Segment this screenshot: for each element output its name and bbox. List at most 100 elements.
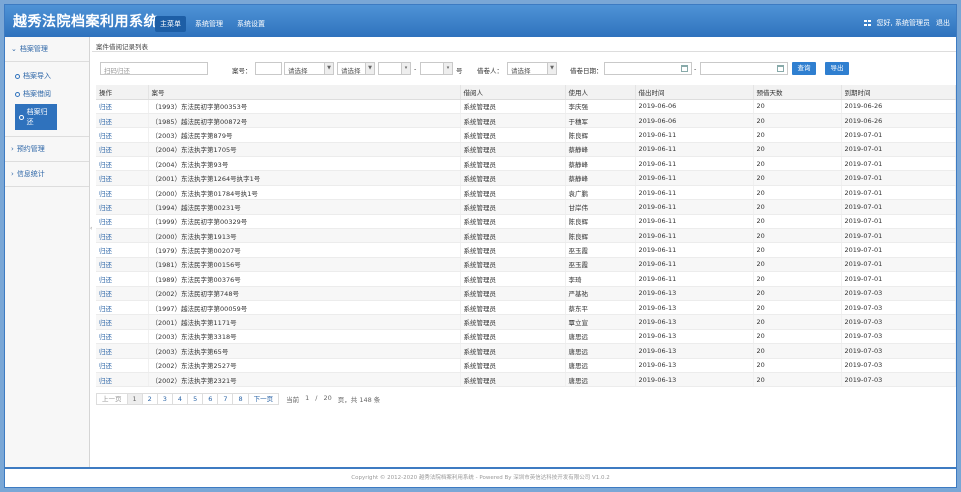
- sidebar-item-borrow[interactable]: 档案借阅: [5, 86, 89, 102]
- date-to-input[interactable]: [700, 62, 788, 75]
- table-row: 归还 （2001）东法执字第1264号执字1号 系统管理员 蔡静峰 2019-06-11…: [96, 170, 956, 186]
- return-link[interactable]: 归还: [96, 199, 149, 215]
- page-6-button[interactable]: 6: [202, 393, 219, 405]
- date-from-input[interactable]: [604, 62, 692, 75]
- sidebar-group-statistics[interactable]: › 信息统计: [5, 162, 89, 187]
- cell-due-date: 2019-07-01: [841, 199, 956, 215]
- return-link[interactable]: 归还: [96, 228, 149, 244]
- hao-label: 号: [456, 67, 463, 75]
- return-link[interactable]: 归还: [96, 142, 149, 158]
- case-year-input[interactable]: [255, 62, 282, 75]
- table-row: 归还 （2001）越法执字第1171号 系统管理员 覃立宣 2019-06-13 20 20…: [96, 314, 956, 330]
- table-row: 归还 （1994）越法民字第00231号 系统管理员 甘岸伟 2019-06-11 20 2…: [96, 199, 956, 215]
- cell-user: 陈良辉: [565, 214, 636, 230]
- pagination: 上一页 1 2 3 4 5 6 7 8 下一页 当前 1 / 20 页，共 14…: [96, 393, 380, 405]
- sidebar-group-label: 信息统计: [16, 170, 45, 178]
- cell-user: 严基祐: [565, 286, 636, 301]
- return-link[interactable]: 归还: [96, 358, 149, 373]
- sidebar-item-return[interactable]: 档案归还: [15, 104, 57, 130]
- cell-borrower: 系统管理员: [460, 185, 566, 201]
- return-link[interactable]: 归还: [96, 99, 149, 114]
- tab-system-management[interactable]: 系统管理: [190, 16, 228, 32]
- return-link[interactable]: 归还: [96, 271, 149, 287]
- table-row: 归还 （1981）东法民字第00156号 系统管理员 巫玉霞 2019-06-11 20 2…: [96, 257, 956, 273]
- cell-user: 巫玉霞: [565, 257, 636, 273]
- cell-borrower: 系统管理员: [460, 228, 566, 244]
- cell-case-no: （2002）东法执字第2321号: [148, 372, 461, 388]
- cell-days: 20: [753, 343, 842, 359]
- return-link[interactable]: 归还: [96, 185, 149, 201]
- cell-days: 20: [753, 271, 842, 287]
- col-header-borrower: 借阅人: [460, 85, 566, 100]
- page-7-button[interactable]: 7: [217, 393, 234, 405]
- cell-user: 唐思远: [565, 343, 636, 359]
- cell-days: 20: [753, 156, 842, 172]
- cell-days: 20: [753, 372, 842, 388]
- cell-user: 李庆强: [565, 99, 636, 114]
- page-5-button[interactable]: 5: [187, 393, 204, 405]
- sidebar-group-archive-management[interactable]: ⌄ 档案管理: [5, 37, 89, 62]
- cell-borrower: 系统管理员: [460, 170, 566, 186]
- page-8-button[interactable]: 8: [232, 393, 249, 405]
- return-link[interactable]: 归还: [96, 242, 149, 258]
- return-link[interactable]: 归还: [96, 314, 149, 330]
- return-link[interactable]: 归还: [96, 156, 149, 172]
- export-button[interactable]: 导出: [825, 62, 849, 75]
- return-link[interactable]: 归还: [96, 127, 149, 143]
- cell-user: 于穗军: [565, 113, 636, 129]
- app-frame: 越秀法院档案利用系统 主菜单 系统管理 系统设置 您好, 系统管理员 退出 ⌄ …: [4, 4, 957, 488]
- cell-user: 陈良辉: [565, 127, 636, 143]
- cell-user: 蔡静峰: [565, 142, 636, 158]
- return-link[interactable]: 归还: [96, 286, 149, 301]
- page-2-button[interactable]: 2: [141, 393, 158, 405]
- cell-days: 20: [753, 314, 842, 330]
- case-court-select[interactable]: 请选择 ▼: [284, 62, 334, 75]
- cell-lend-date: 2019-06-11: [635, 142, 754, 158]
- cell-borrower: 系统管理员: [460, 314, 566, 330]
- case-type-select[interactable]: 请选择 ▼: [337, 62, 375, 75]
- col-header-case-no: 案号: [148, 85, 461, 100]
- cell-lend-date: 2019-06-11: [635, 257, 754, 273]
- cell-due-date: 2019-07-03: [841, 343, 956, 359]
- main-content: 案件借阅记录列表 扫码归还 案号： 请选择 ▼ 请选择 ▼ ▾ - ▾ 号 借卷…: [92, 37, 956, 467]
- table-row: 归还 （2003）东法执字第3318号 系统管理员 唐思远 2019-06-13 20 20…: [96, 329, 956, 345]
- prev-page-button[interactable]: 上一页: [96, 393, 128, 405]
- cell-case-no: （2003）东法执字第65号: [148, 343, 461, 359]
- cell-user: 蔡静峰: [565, 156, 636, 172]
- cell-case-no: （1985）越法民初字第00872号: [148, 113, 461, 129]
- return-link[interactable]: 归还: [96, 170, 149, 186]
- return-link[interactable]: 归还: [96, 372, 149, 388]
- page-4-button[interactable]: 4: [171, 393, 189, 405]
- return-link[interactable]: 归还: [96, 257, 149, 273]
- sidebar-group-reservation[interactable]: › 预约管理: [5, 136, 89, 162]
- table-row: 归还 （2004）东法执字第93号 系统管理员 蔡静峰 2019-06-11 20 2019…: [96, 156, 956, 172]
- cell-borrower: 系统管理员: [460, 329, 566, 345]
- return-link[interactable]: 归还: [96, 300, 149, 316]
- search-button[interactable]: 查询: [792, 62, 816, 75]
- return-link[interactable]: 归还: [96, 214, 149, 230]
- page-3-button[interactable]: 3: [156, 393, 173, 405]
- tab-main-menu[interactable]: 主菜单: [155, 16, 186, 32]
- cell-borrower: 系统管理员: [460, 113, 566, 129]
- cell-borrower: 系统管理员: [460, 242, 566, 258]
- logout-link[interactable]: 退出: [936, 18, 950, 28]
- table-row: 归还 （2000）东法执字第1913号 系统管理员 陈良辉 2019-06-11 20 20…: [96, 228, 956, 244]
- scan-return-input[interactable]: 扫码归还: [100, 62, 208, 75]
- calendar-icon: [777, 65, 784, 72]
- footer: Copyright © 2012-2020 越秀法院档案利用系统 - Power…: [5, 467, 956, 487]
- sidebar-item-import[interactable]: 档案导入: [5, 68, 89, 84]
- next-page-button[interactable]: 下一页: [247, 393, 280, 405]
- return-link[interactable]: 归还: [96, 329, 149, 345]
- tab-system-settings[interactable]: 系统设置: [232, 16, 270, 32]
- return-link[interactable]: 归还: [96, 113, 149, 129]
- grid-icon[interactable]: [863, 20, 871, 26]
- col-header-lend-date: 借出时间: [635, 85, 754, 100]
- borrower-select[interactable]: 请选择 ▼: [507, 62, 557, 75]
- page-1-button[interactable]: 1: [126, 393, 143, 405]
- case-no-to-input[interactable]: ▾: [420, 62, 453, 75]
- cell-due-date: 2019-07-01: [841, 242, 956, 258]
- cell-days: 20: [753, 170, 842, 186]
- case-no-from-input[interactable]: ▾: [378, 62, 411, 75]
- return-link[interactable]: 归还: [96, 343, 149, 359]
- cell-due-date: 2019-07-03: [841, 286, 956, 301]
